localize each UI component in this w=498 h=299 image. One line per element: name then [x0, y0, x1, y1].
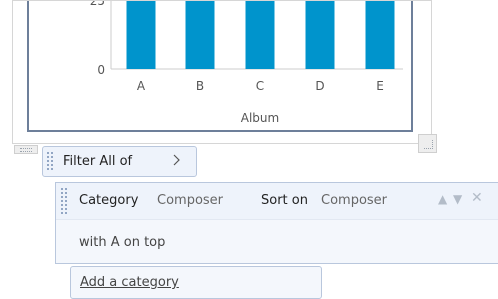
move-up-icon[interactable]: ▲: [438, 192, 447, 206]
sort-on-label: Sort on: [261, 193, 308, 208]
x-tick-label: D: [315, 79, 324, 93]
move-down-icon[interactable]: ▼: [453, 192, 462, 206]
bar: [126, 1, 156, 69]
x-tick-label: B: [196, 79, 204, 93]
sort-order-toggle[interactable]: with A on top: [79, 235, 165, 250]
add-category-box[interactable]: Add a category: [70, 266, 322, 299]
bar: [305, 1, 335, 69]
chart-visual[interactable]: 0 25 A B C D E Album: [12, 0, 432, 144]
category-dropdown[interactable]: Composer: [157, 193, 223, 208]
close-icon[interactable]: ✕: [471, 190, 483, 206]
bar: [365, 1, 395, 69]
y-tick-label: 0: [97, 63, 105, 77]
resize-grip-bottom-left[interactable]: [14, 145, 38, 154]
add-category-link[interactable]: Add a category: [80, 275, 179, 290]
chevron-right-icon[interactable]: [172, 154, 182, 169]
drag-handle-icon[interactable]: [60, 187, 68, 215]
drag-handle-icon[interactable]: [46, 151, 54, 172]
x-tick-label: E: [376, 79, 384, 93]
bar: [185, 1, 215, 69]
filter-header[interactable]: Filter All of: [42, 146, 197, 177]
category-label: Category: [79, 193, 139, 208]
filter-label: Filter All of: [63, 154, 133, 169]
x-tick-label: A: [137, 79, 146, 93]
filter-category-panel: Category Composer Sort on Composer ▲ ▼ ✕…: [55, 182, 498, 264]
resize-grip-bottom-right[interactable]: [418, 134, 437, 153]
category-row[interactable]: Category Composer Sort on Composer ▲ ▼ ✕: [56, 183, 498, 220]
sort-on-dropdown[interactable]: Composer: [321, 193, 387, 208]
x-tick-label: C: [256, 79, 264, 93]
bar-chart: 0 25 A B C D E Album: [90, 1, 403, 125]
bar: [245, 1, 275, 69]
x-axis-title: Album: [241, 111, 279, 125]
y-tick-label: 25: [90, 1, 105, 8]
